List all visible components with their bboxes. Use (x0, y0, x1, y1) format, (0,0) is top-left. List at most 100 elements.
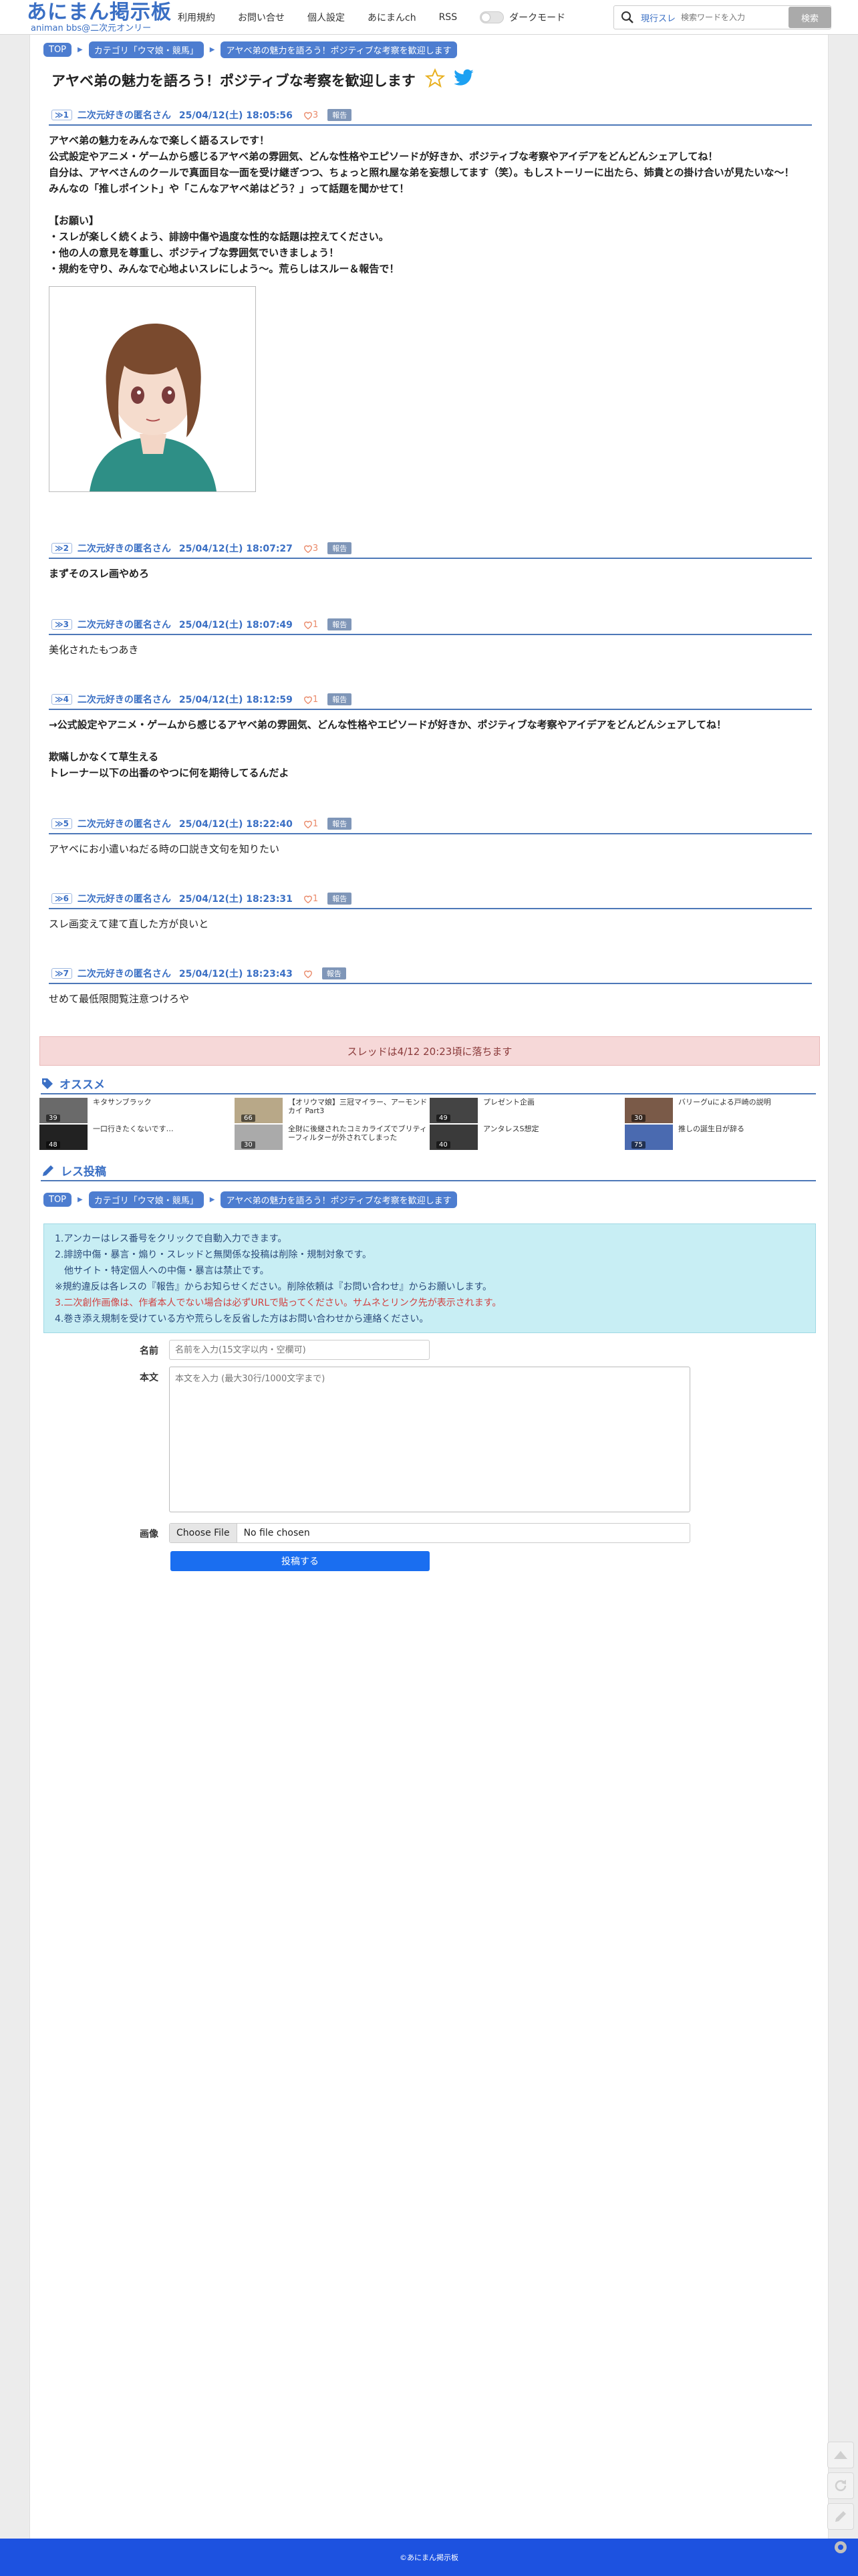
reload-button[interactable] (827, 2472, 854, 2499)
post-line: みんなの「推しポイント」や「こんなアヤベ弟はどう？」って話題を聞かせて！ (49, 183, 410, 195)
recommend-item[interactable]: 30 全財に後継されたコミカライズでブリティーフィルターが外されてしまった (235, 1125, 428, 1150)
like-button[interactable]: 3 (303, 544, 318, 554)
report-button[interactable]: 報告 (321, 967, 346, 979)
name-field[interactable] (169, 1340, 430, 1360)
dark-mode-toggle[interactable] (480, 11, 505, 23)
breadcrumb-top[interactable]: TOP (43, 1193, 72, 1207)
arrow-up-icon (834, 2451, 847, 2459)
poster-name: 二次元好きの匿名さん (77, 620, 171, 630)
report-button[interactable]: 報告 (327, 818, 352, 830)
breadcrumb-category[interactable]: カテゴリ「ウマ娘・競馬」 (88, 41, 204, 58)
breadcrumb-category[interactable]: カテゴリ「ウマ娘・競馬」 (88, 1191, 204, 1208)
recommend-item[interactable]: 66 【オリウマ娘】三冠マイラー、アーモンドカイ Part3 (235, 1098, 428, 1123)
site-footer: ©あにまん掲示板 (0, 2539, 858, 2576)
post-line: 公式設定やアニメ・ゲームから感じるアヤベ弟の雰囲気、どんな性格やエピソードが好き… (49, 150, 718, 162)
post-body: アヤベ弟の魅力をみんなで楽しく語るスレです！ 公式設定やアニメ・ゲームから感じる… (49, 132, 812, 277)
poster-name: 二次元好きの匿名さん (77, 969, 171, 979)
report-button[interactable]: 報告 (327, 893, 352, 905)
report-button[interactable]: 報告 (327, 618, 352, 630)
recommend-count: 75 (631, 1141, 646, 1149)
like-button[interactable]: 1 (303, 819, 318, 829)
recommend-thumbnail: 75 (625, 1125, 673, 1150)
tag-icon (42, 1078, 53, 1089)
recommend-item[interactable]: 40 アンタレスS想定 (430, 1125, 623, 1150)
recommend-thumbnail: 30 (625, 1098, 673, 1123)
recommend-item-title: 【オリウマ娘】三冠マイラー、アーモンドカイ Part3 (288, 1098, 428, 1115)
res-number[interactable]: ≫6 (51, 893, 72, 904)
recommend-item-title: プレゼント企画 (483, 1098, 535, 1106)
post-line: ・スレが楽しく続くよう、誹謗中傷や過度な性的な話題は控えてください。 (49, 231, 389, 243)
nav-rss[interactable]: RSS (439, 12, 458, 23)
image-file-input[interactable]: Choose File No file chosen (169, 1523, 690, 1543)
recommend-item-title: 推しの誕生日が辞る (678, 1125, 744, 1133)
recommend-item-title: アンタレスS想定 (483, 1125, 539, 1133)
recommend-item[interactable]: 30 バリーグuによる戸崎の説明 (625, 1098, 819, 1123)
res-number[interactable]: ≫7 (51, 968, 72, 979)
post-line: 欺瞞しかなくて草生える (49, 751, 159, 763)
post-4: ≫4 二次元好きの匿名さん 25/04/12(土) 18:12:59 1 報告 … (49, 693, 812, 781)
post-body: せめて最低限閲覧注意つけろや (49, 991, 812, 1007)
recommend-item[interactable]: 39 キタサンブラック (39, 1098, 233, 1123)
res-number[interactable]: ≫3 (51, 619, 72, 630)
nav-contact[interactable]: お問い合せ (238, 11, 285, 24)
like-button[interactable]: 1 (303, 695, 318, 705)
poster-name: 二次元好きの匿名さん (77, 544, 171, 554)
settings-button[interactable] (827, 2534, 854, 2561)
notice-line: 他サイト・特定個人への中傷・暴言は禁止です。 (55, 1266, 269, 1276)
res-number[interactable]: ≫1 (51, 110, 72, 120)
post-date: 25/04/12(土) 18:23:31 (178, 894, 293, 905)
post-body: アヤベにお小遣いねだる時の口説き文句を知りたい (49, 841, 812, 857)
site-logo[interactable]: あにまん掲示板 animan bbs@二次元オンリー (27, 1, 172, 33)
name-label: 名前 (140, 1346, 158, 1357)
like-button[interactable]: 1 (303, 894, 318, 904)
nav-terms[interactable]: 利用規約 (178, 11, 215, 24)
res-number[interactable]: ≫5 (51, 818, 72, 829)
report-button[interactable]: 報告 (327, 109, 352, 121)
gear-icon (835, 2541, 847, 2553)
post-header: ≫4 二次元好きの匿名さん 25/04/12(土) 18:12:59 1 報告 (49, 693, 812, 710)
nav-animanch[interactable]: あにまんch (368, 11, 416, 24)
post-3: ≫3 二次元好きの匿名さん 25/04/12(土) 18:07:49 1 報告 … (49, 618, 812, 658)
post-header: ≫7 二次元好きの匿名さん 25/04/12(土) 18:23:43 報告 (49, 967, 812, 984)
reload-icon (835, 2480, 847, 2492)
like-button[interactable] (303, 969, 313, 978)
res-form-header: レス投稿 (41, 1162, 816, 1181)
favorite-star-icon[interactable] (424, 68, 445, 92)
report-button[interactable]: 報告 (327, 542, 352, 554)
twitter-share-icon[interactable] (453, 69, 474, 91)
heart-icon (303, 545, 312, 553)
res-number[interactable]: ≫2 (51, 543, 72, 554)
notice-line-warning: 3.二次創作画像は、作者本人でない場合は必ずURLで貼ってください。サムネとリン… (55, 1298, 502, 1308)
site-header: あにまん掲示板 animan bbs@二次元オンリー 利用規約 お問い合せ 個人… (0, 0, 858, 35)
heart-icon (303, 112, 312, 120)
recommend-count: 30 (631, 1115, 646, 1122)
post-image[interactable] (49, 286, 256, 492)
poster-name: 二次元好きの匿名さん (77, 695, 171, 705)
breadcrumb-separator-icon: ▶ (209, 46, 215, 53)
recommend-item[interactable]: 49 プレゼント企画 (430, 1098, 623, 1123)
breadcrumb-thread[interactable]: アヤベ弟の魅力を語ろう！ポジティブな考察を歓迎します (221, 41, 457, 58)
nav-settings[interactable]: 個人設定 (307, 11, 345, 24)
search-button[interactable]: 検索 (789, 7, 831, 28)
scroll-top-button[interactable] (827, 2442, 854, 2468)
notice-line: 2.誹謗中傷・暴言・煽り・スレッドと無関係な投稿は削除・規制対象です。 (55, 1250, 372, 1260)
body-field[interactable] (169, 1367, 690, 1512)
report-button[interactable]: 報告 (327, 693, 352, 705)
search-mode-select[interactable]: 現行スレ (641, 11, 681, 24)
like-button[interactable]: 3 (303, 110, 318, 120)
recommend-thumbnail: 49 (430, 1098, 478, 1123)
submit-button[interactable]: 投稿する (170, 1551, 430, 1571)
post-header: ≫2 二次元好きの匿名さん 25/04/12(土) 18:07:27 3 報告 (49, 542, 812, 559)
recommend-item[interactable]: 75 推しの誕生日が辞る (625, 1125, 819, 1150)
breadcrumb-thread[interactable]: アヤベ弟の魅力を語ろう！ポジティブな考察を歓迎します (221, 1191, 457, 1208)
write-button[interactable] (827, 2503, 854, 2530)
like-button[interactable]: 1 (303, 620, 318, 630)
recommend-thumbnail: 39 (39, 1098, 88, 1123)
recommend-item[interactable]: 48 一口行きたくないです… (39, 1125, 233, 1150)
res-number[interactable]: ≫4 (51, 694, 72, 705)
breadcrumb-top[interactable]: TOP (43, 43, 72, 57)
recommend-thumbnail: 30 (235, 1125, 283, 1150)
post-date: 25/04/12(土) 18:05:56 (178, 110, 293, 121)
post-header: ≫1 二次元好きの匿名さん 25/04/12(土) 18:05:56 3 報告 (49, 108, 812, 126)
choose-file-button[interactable]: Choose File (170, 1524, 237, 1542)
